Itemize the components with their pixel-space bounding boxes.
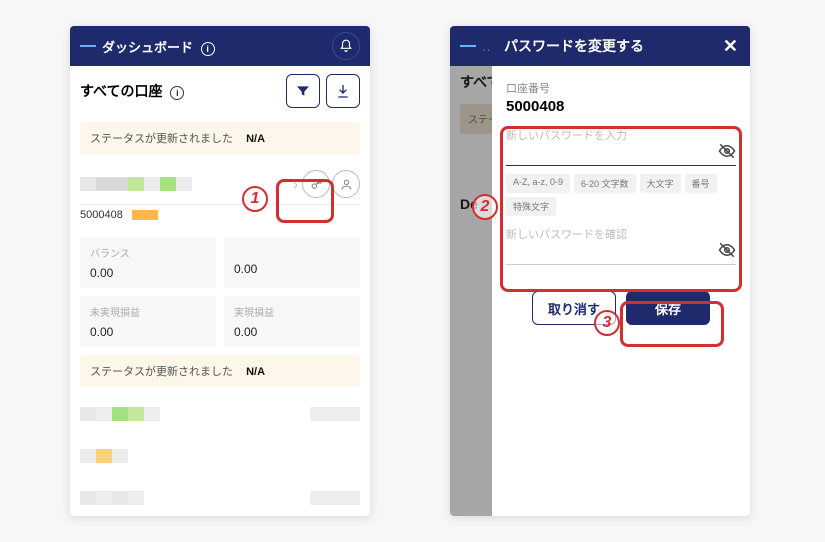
placeholder-rows: [80, 393, 360, 516]
info-icon[interactable]: i: [201, 42, 215, 56]
row-value: [310, 449, 360, 463]
modal-title: パスワードを変更する: [504, 36, 644, 56]
info-icon[interactable]: i: [170, 86, 184, 100]
blank-card: 0.00: [224, 237, 360, 288]
account-label: 口座番号: [506, 80, 736, 96]
eye-off-icon[interactable]: [718, 142, 736, 160]
card-label: [234, 245, 350, 256]
row-blocks: [80, 407, 160, 421]
brand-mark: [460, 45, 476, 47]
close-icon[interactable]: ✕: [723, 36, 738, 57]
new-password-field[interactable]: 新しいパスワードを入力: [506, 127, 736, 166]
card-value: 0.00: [234, 325, 350, 339]
list-item: [80, 393, 360, 435]
list-item: [80, 477, 360, 516]
req-chip: 大文字: [640, 174, 681, 193]
list-item: [80, 435, 360, 477]
account-row: ›: [80, 160, 360, 205]
row-blocks: [80, 491, 144, 505]
input-placeholder: 新しいパスワードを確認: [506, 226, 736, 242]
status-banner: ステータスが更新されました N/A: [80, 122, 360, 154]
status-banner: ステータスが更新されました N/A: [80, 355, 360, 387]
eye-off-icon[interactable]: [718, 241, 736, 259]
section-header: すべての口座 i: [70, 66, 370, 116]
header-title: ダッシュボード i: [102, 37, 332, 56]
card-label: 未実現損益: [90, 304, 206, 319]
account-action-button[interactable]: [332, 170, 360, 198]
content-body: ステータスが更新されました N/A ›: [70, 122, 370, 516]
card-label: 実現損益: [234, 304, 350, 319]
req-chip: 番号: [685, 174, 717, 193]
account-color-blocks: [80, 177, 192, 191]
screenshot-left: ダッシュボード i すべての口座 i ステータスが更新されました N/A: [70, 26, 370, 516]
modal-header: パスワードを変更する ✕: [492, 26, 750, 66]
button-label: 取り消す: [548, 299, 600, 318]
modal-action-row: 取り消す 保存: [506, 291, 736, 325]
card-value: 0.00: [90, 325, 206, 339]
req-chip: A-Z, a-z, 0-9: [506, 174, 570, 193]
status-text: ステータスが更新されました: [90, 366, 233, 378]
card-value: 0.00: [90, 266, 206, 280]
card-label: バランス: [90, 245, 206, 260]
chevron-right-icon: ›: [293, 176, 298, 192]
card-value: 0.00: [234, 262, 350, 276]
realized-card: 実現損益 0.00: [224, 296, 360, 347]
input-placeholder: 新しいパスワードを入力: [506, 127, 736, 143]
section-title-text: すべての口座: [80, 83, 162, 99]
account-number: 5000408: [80, 209, 123, 221]
balance-card: バランス 0.00: [80, 237, 216, 288]
row-blocks: [80, 449, 128, 463]
brand-mark: [80, 45, 96, 47]
unrealized-card: 未実現損益 0.00: [80, 296, 216, 347]
notifications-button[interactable]: [332, 32, 360, 60]
filter-button[interactable]: [286, 74, 320, 108]
row-value: [310, 491, 360, 505]
app-header: ダッシュボード i: [70, 26, 370, 66]
metrics-grid: バランス 0.00 0.00 未実現損益 0.00 実現損益 0.00: [80, 237, 360, 347]
status-value: N/A: [246, 366, 265, 378]
account-number-row: 5000408: [80, 205, 360, 229]
section-title: すべての口座 i: [80, 81, 280, 101]
annotation-marker-1: 1: [242, 186, 268, 212]
password-requirements: A-Z, a-z, 0-9 6-20 文字数 大文字 番号 特殊文字: [506, 174, 736, 216]
annotation-marker-3: 3: [594, 310, 620, 336]
status-text: ステータスが更新されました: [90, 133, 233, 145]
status-value: N/A: [246, 133, 265, 145]
screenshot-right: … すべて ステー De パスワードを変更する ✕ 口座番号 5000408 新…: [450, 26, 750, 516]
confirm-password-field[interactable]: 新しいパスワードを確認: [506, 226, 736, 265]
change-password-sheet: 口座番号 5000408 新しいパスワードを入力 A-Z, a-z, 0-9 6…: [492, 66, 750, 516]
save-button[interactable]: 保存: [626, 291, 710, 325]
annotation-marker-2: 2: [472, 194, 498, 220]
account-tag: [132, 210, 158, 220]
req-chip: 6-20 文字数: [574, 174, 636, 193]
req-chip: 特殊文字: [506, 197, 556, 216]
account-number: 5000408: [506, 98, 736, 115]
header-title-text: ダッシュボード: [102, 40, 193, 55]
export-button[interactable]: [326, 74, 360, 108]
row-value: [310, 407, 360, 421]
button-label: 保存: [655, 299, 681, 318]
change-password-button[interactable]: [302, 170, 330, 198]
